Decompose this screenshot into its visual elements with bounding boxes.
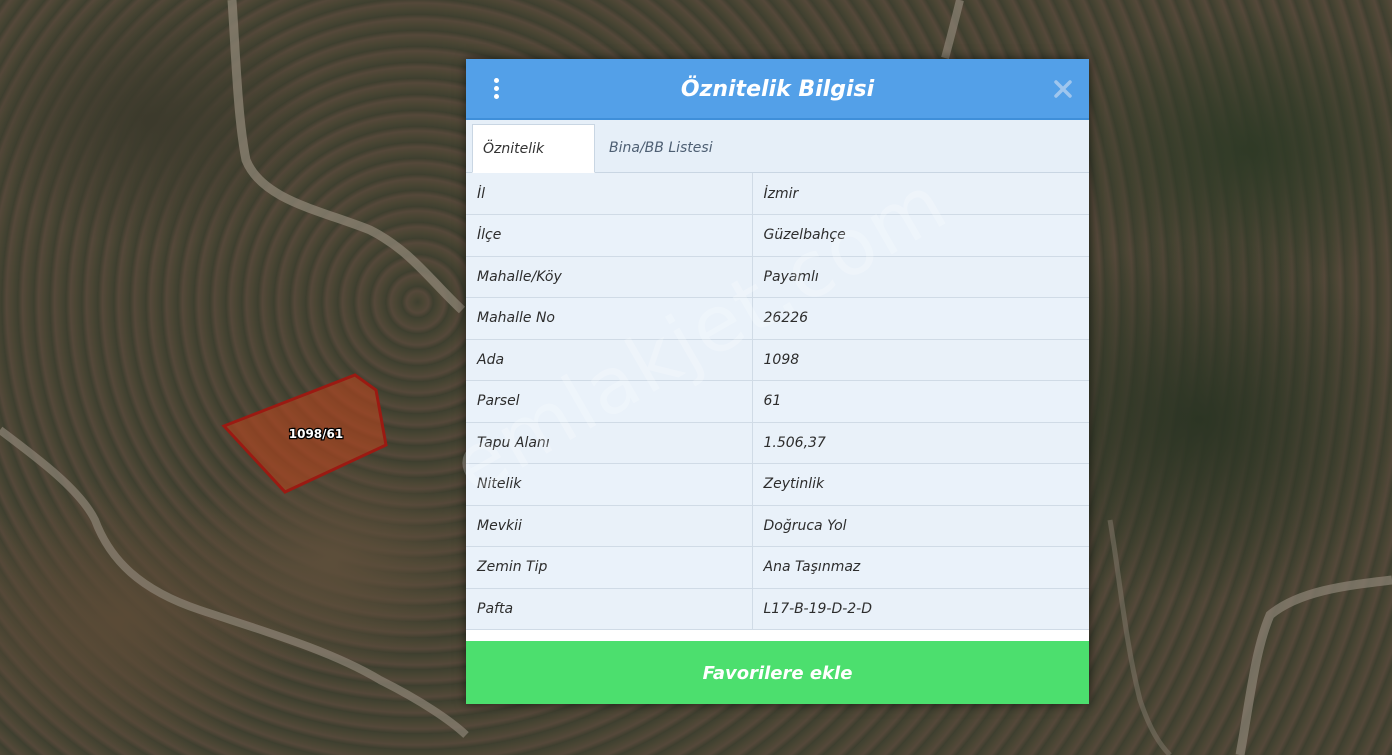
row-key: Ada xyxy=(466,339,753,381)
row-value: 1098 xyxy=(752,339,1089,381)
row-key: Mahalle/Köy xyxy=(466,256,753,298)
road xyxy=(0,426,469,738)
row-key: İl xyxy=(466,173,753,215)
table-row: Mevkii Doğruca Yol xyxy=(466,505,1089,547)
table-row: Parsel 61 xyxy=(466,380,1089,423)
row-value: Doğruca Yol xyxy=(752,505,1089,547)
table-row: Nitelik Zeytinlik xyxy=(466,463,1089,506)
row-value: Ana Taşınmaz xyxy=(752,546,1089,589)
attribute-dialog: Öznitelik Bilgisi Öznitelik Bilgisi Bina… xyxy=(466,59,1089,704)
table-row: Mahalle No 26226 xyxy=(466,297,1089,340)
row-key: Zemin Tip xyxy=(466,546,753,589)
row-value: Zeytinlik xyxy=(752,463,1089,506)
road xyxy=(1107,519,1172,755)
table-row: Zemin Tip Ana Taşınmaz xyxy=(466,546,1089,589)
row-key: Mahalle No xyxy=(466,297,753,340)
row-key: Parsel xyxy=(466,380,753,423)
table-row: İl İzmir xyxy=(466,173,1089,215)
table-row: Pafta L17-B-19-D-2-D xyxy=(466,588,1089,630)
row-key: Tapu Alanı xyxy=(466,422,753,464)
table-row: Ada 1098 xyxy=(466,339,1089,381)
row-key: Nitelik xyxy=(466,463,753,506)
tab-attribute-info[interactable]: Öznitelik Bilgisi xyxy=(472,124,595,206)
row-key: İlçe xyxy=(466,214,753,257)
row-value: Güzelbahçe xyxy=(752,214,1089,257)
attribute-table: İl İzmir İlçe Güzelbahçe Mahalle/Köy Payaml… xyxy=(466,173,1089,630)
row-value: 1.506,37 xyxy=(752,422,1089,464)
row-value: L17-B-19-D-2-D xyxy=(752,588,1089,630)
tab-building-list[interactable]: Bina/BB Listesi xyxy=(599,124,729,173)
tab-bar: Öznitelik Bilgisi Bina/BB Listesi xyxy=(466,120,1089,206)
parcel-label: 1098/61 xyxy=(289,427,343,441)
table-row: Mahalle/Köy Payamlı xyxy=(466,256,1089,298)
road xyxy=(1235,575,1392,755)
row-value: Payamlı xyxy=(752,256,1089,298)
row-value: 61 xyxy=(752,380,1089,423)
road xyxy=(941,0,964,60)
close-icon[interactable] xyxy=(1051,77,1075,101)
dialog-title: Öznitelik Bilgisi xyxy=(680,77,875,102)
add-to-favorites-button[interactable]: Favorilere ekle xyxy=(466,641,1089,704)
table-row: İlçe Güzelbahçe xyxy=(466,214,1089,257)
dialog-header: Öznitelik Bilgisi xyxy=(466,59,1089,120)
road xyxy=(227,0,466,314)
row-key: Pafta xyxy=(466,588,753,630)
row-value: İzmir xyxy=(752,173,1089,215)
row-value: 26226 xyxy=(752,297,1089,340)
row-key: Mevkii xyxy=(466,505,753,547)
table-row: Tapu Alanı 1.506,37 xyxy=(466,422,1089,464)
